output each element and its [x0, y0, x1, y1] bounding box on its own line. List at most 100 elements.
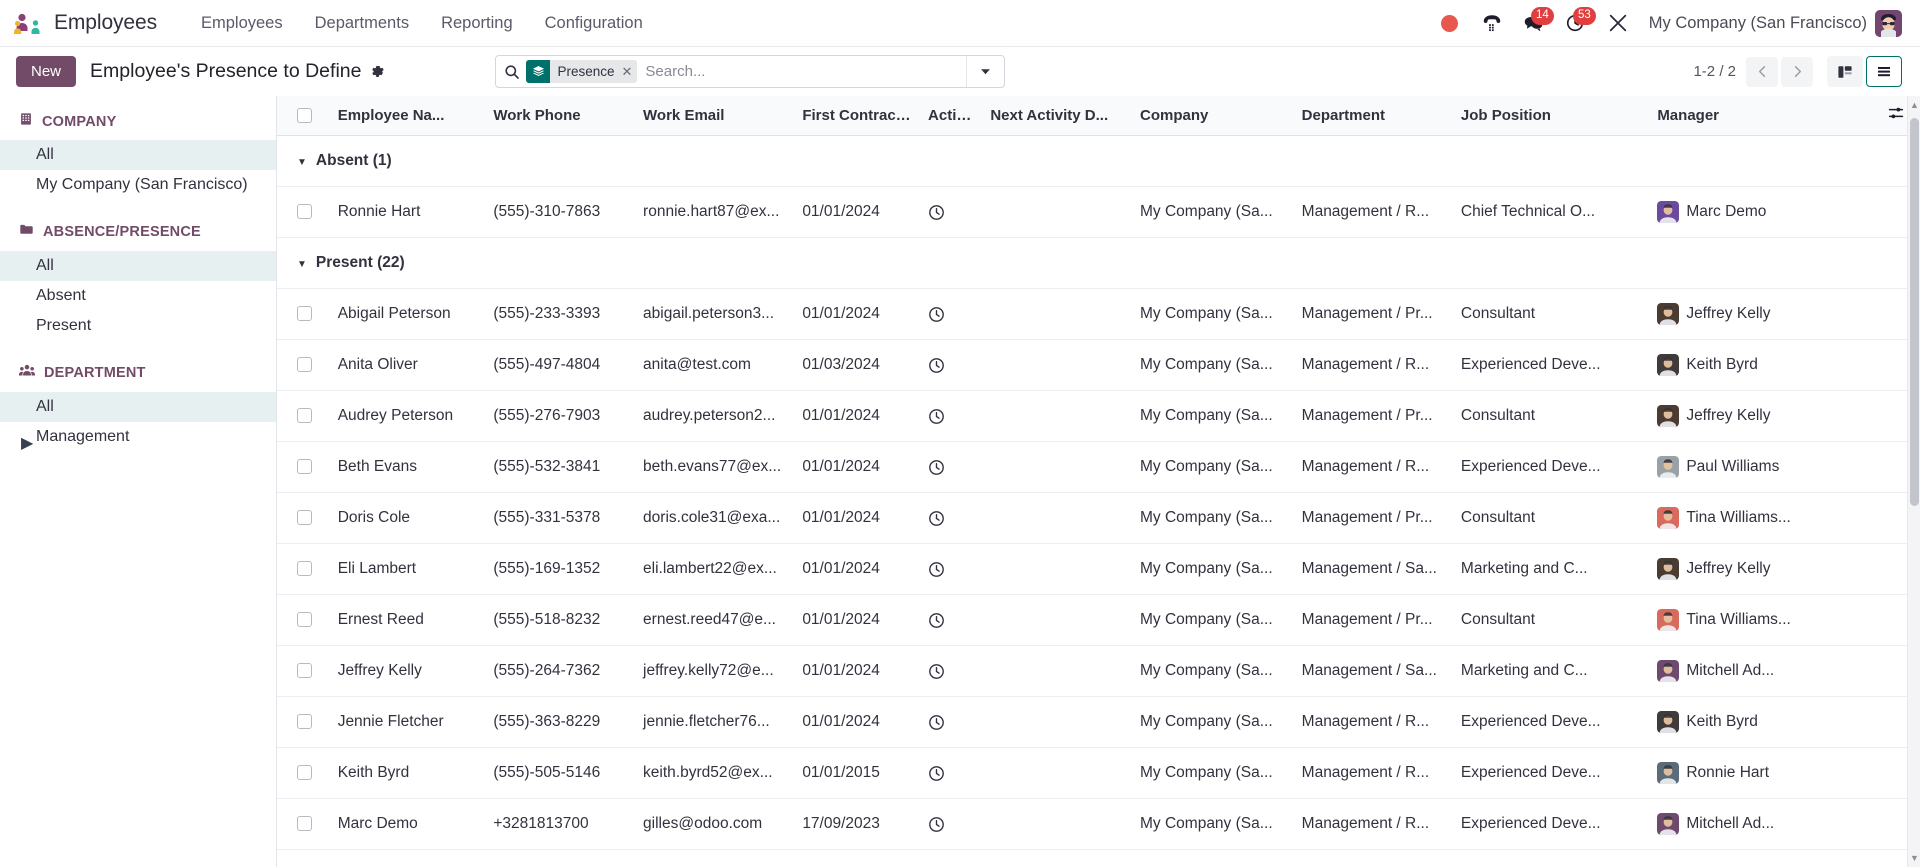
cell-job-position[interactable]: Experienced Deve...	[1452, 747, 1650, 799]
phone-dialpad-icon[interactable]	[1471, 4, 1513, 42]
clock-icon[interactable]	[928, 765, 974, 782]
cell-work-phone[interactable]: (555)-518-8232	[485, 594, 636, 646]
cell-work-phone[interactable]: (555)-363-8229	[485, 696, 636, 748]
clock-icon[interactable]	[928, 357, 974, 374]
cell-next-activity-deadline[interactable]	[982, 747, 1132, 799]
cell-employee-name[interactable]: Anita Oliver	[329, 339, 486, 391]
cell-activities[interactable]	[920, 390, 983, 442]
group-row[interactable]: ▼ Absent (1)	[277, 135, 1920, 187]
cell-department[interactable]: Management / R...	[1293, 186, 1453, 238]
cell-first-contract-date[interactable]: 01/01/2024	[794, 492, 921, 544]
cell-work-email[interactable]: audrey.peterson2...	[635, 390, 795, 442]
row-checkbox[interactable]	[297, 663, 312, 679]
cell-company[interactable]: My Company (Sa...	[1132, 645, 1294, 697]
cell-next-activity-deadline[interactable]	[982, 594, 1132, 646]
column-employee-name[interactable]: Employee Na...	[329, 96, 486, 136]
table-row[interactable]: Marc Demo +3281813700 gilles@odoo.com 17/09…	[277, 798, 1920, 850]
row-checkbox[interactable]	[297, 612, 312, 628]
cell-manager[interactable]: Keith Byrd	[1649, 339, 1849, 391]
cell-job-position[interactable]: Marketing and C...	[1452, 645, 1650, 697]
cell-first-contract-date[interactable]: 01/01/2024	[794, 696, 921, 748]
cell-company[interactable]: My Company (Sa...	[1132, 696, 1294, 748]
cell-job-position[interactable]: Consultant	[1452, 492, 1650, 544]
cell-activities[interactable]	[920, 543, 983, 595]
pager-count[interactable]: 1-2 / 2	[1693, 63, 1736, 80]
cell-department[interactable]: Management / Pr...	[1293, 594, 1453, 646]
cell-next-activity-deadline[interactable]	[982, 696, 1132, 748]
menu-reporting[interactable]: Reporting	[425, 8, 529, 39]
cell-next-activity-deadline[interactable]	[982, 492, 1132, 544]
table-row[interactable]: Keith Byrd (555)-505-5146 keith.byrd52@ex.…	[277, 747, 1920, 799]
cell-department[interactable]: Management / R...	[1293, 696, 1453, 748]
cell-employee-name[interactable]: Jeffrey Kelly	[329, 645, 486, 697]
cell-activities[interactable]	[920, 492, 983, 544]
cell-work-phone[interactable]: (555)-505-5146	[485, 747, 636, 799]
scroll-down-icon[interactable]: ▼	[1908, 851, 1920, 865]
cell-department[interactable]: Management / Pr...	[1293, 390, 1453, 442]
cell-department[interactable]: Management / R...	[1293, 747, 1453, 799]
cell-next-activity-deadline[interactable]	[982, 798, 1132, 850]
cell-activities[interactable]	[920, 594, 983, 646]
pager-next-button[interactable]	[1781, 56, 1813, 87]
cell-company[interactable]: My Company (Sa...	[1132, 441, 1294, 493]
clock-activities-icon[interactable]: 53	[1555, 4, 1597, 42]
clock-icon[interactable]	[928, 663, 974, 680]
search-bar[interactable]: Presence ✕	[495, 55, 1006, 88]
cell-manager[interactable]: Tina Williams...	[1649, 492, 1849, 544]
cell-department[interactable]: Management / Pr...	[1293, 288, 1453, 340]
row-checkbox[interactable]	[297, 816, 312, 832]
cell-work-email[interactable]: ernest.reed47@e...	[635, 594, 795, 646]
cell-next-activity-deadline[interactable]	[982, 186, 1132, 238]
cell-work-phone[interactable]: (555)-532-3841	[485, 441, 636, 493]
column-settings-icon[interactable]	[1888, 107, 1904, 125]
column-work-email[interactable]: Work Email	[635, 96, 795, 136]
row-checkbox[interactable]	[297, 204, 312, 220]
cell-first-contract-date[interactable]: 01/01/2024	[794, 441, 921, 493]
cell-manager[interactable]: Jeffrey Kelly	[1649, 390, 1849, 442]
cell-next-activity-deadline[interactable]	[982, 645, 1132, 697]
cell-company[interactable]: My Company (Sa...	[1132, 543, 1294, 595]
cell-work-email[interactable]: beth.evans77@ex...	[635, 441, 795, 493]
cell-work-email[interactable]: ronnie.hart87@ex...	[635, 186, 795, 238]
search-input[interactable]	[645, 56, 967, 87]
cell-manager[interactable]: Marc Demo	[1649, 186, 1849, 238]
cell-department[interactable]: Management / R...	[1293, 798, 1453, 850]
cell-job-position[interactable]: Experienced Deve...	[1452, 696, 1650, 748]
record-dot-icon[interactable]	[1429, 4, 1471, 42]
column-manager[interactable]: Manager	[1649, 96, 1849, 136]
table-row[interactable]: Ronnie Hart (555)-310-7863 ronnie.hart87@e…	[277, 186, 1920, 238]
cell-employee-name[interactable]: Keith Byrd	[329, 747, 486, 799]
cell-work-email[interactable]: gilles@odoo.com	[635, 798, 795, 850]
kanban-view-button[interactable]	[1827, 56, 1863, 87]
cell-job-position[interactable]: Marketing and C...	[1452, 543, 1650, 595]
cell-first-contract-date[interactable]: 01/01/2024	[794, 594, 921, 646]
clock-icon[interactable]	[928, 510, 974, 527]
sidebar-item-company-my-company[interactable]: My Company (San Francisco)	[0, 170, 276, 200]
cell-manager[interactable]: Paul Williams	[1649, 441, 1849, 493]
clock-icon[interactable]	[928, 204, 974, 221]
sidebar-item-department-management[interactable]: Management	[0, 422, 276, 452]
cell-manager[interactable]: Tina Williams...	[1649, 594, 1849, 646]
table-row[interactable]: Doris Cole (555)-331-5378 doris.cole31@exa…	[277, 492, 1920, 544]
cell-work-phone[interactable]: (555)-233-3393	[485, 288, 636, 340]
vertical-scrollbar[interactable]: ▲ ▼	[1907, 96, 1920, 867]
user-avatar[interactable]	[1875, 9, 1902, 37]
cell-work-email[interactable]: jennie.fletcher76...	[635, 696, 795, 748]
sidebar-item-absence-all[interactable]: All	[0, 251, 276, 281]
cell-work-email[interactable]: jeffrey.kelly72@e...	[635, 645, 795, 697]
row-checkbox[interactable]	[297, 306, 312, 322]
table-row[interactable]: Abigail Peterson (555)-233-3393 abigail.pe…	[277, 288, 1920, 340]
list-view-button[interactable]	[1866, 56, 1902, 87]
column-work-phone[interactable]: Work Phone	[485, 96, 636, 136]
cell-work-email[interactable]: abigail.peterson3...	[635, 288, 795, 340]
column-department[interactable]: Department	[1293, 96, 1453, 136]
column-company[interactable]: Company	[1132, 96, 1294, 136]
cell-first-contract-date[interactable]: 01/01/2024	[794, 288, 921, 340]
cell-next-activity-deadline[interactable]	[982, 288, 1132, 340]
table-row[interactable]: Ernest Reed (555)-518-8232 ernest.reed47@e…	[277, 594, 1920, 646]
table-row[interactable]: Beth Evans (555)-532-3841 beth.evans77@ex.…	[277, 441, 1920, 493]
table-row[interactable]: Jennie Fletcher (555)-363-8229 jennie.flet…	[277, 696, 1920, 748]
cell-company[interactable]: My Company (Sa...	[1132, 186, 1294, 238]
clock-icon[interactable]	[928, 408, 974, 425]
menu-configuration[interactable]: Configuration	[529, 8, 659, 39]
